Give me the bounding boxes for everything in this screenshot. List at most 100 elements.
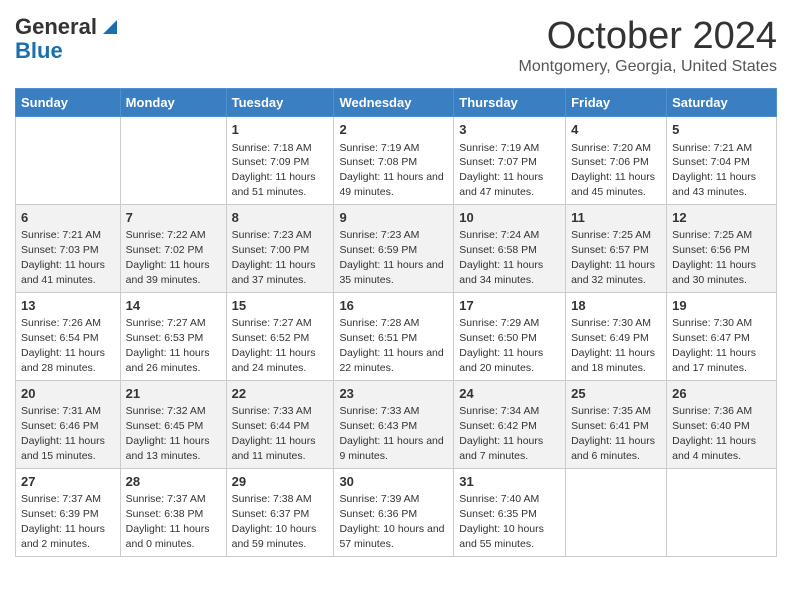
day-info: Sunrise: 7:26 AMSunset: 6:54 PMDaylight:…: [21, 317, 105, 374]
col-header-friday: Friday: [566, 89, 667, 117]
day-info: Sunrise: 7:21 AMSunset: 7:03 PMDaylight:…: [21, 229, 105, 286]
day-info: Sunrise: 7:27 AMSunset: 6:52 PMDaylight:…: [232, 317, 316, 374]
day-info: Sunrise: 7:30 AMSunset: 6:49 PMDaylight:…: [571, 317, 655, 374]
logo-general: General: [15, 15, 97, 39]
calendar-cell: 23 Sunrise: 7:33 AMSunset: 6:43 PMDayligh…: [334, 380, 454, 468]
col-header-wednesday: Wednesday: [334, 89, 454, 117]
day-number: 23: [339, 385, 448, 403]
day-info: Sunrise: 7:36 AMSunset: 6:40 PMDaylight:…: [672, 405, 756, 462]
calendar-cell: 3Sunrise: 7:19 AMSunset: 7:07 PMDaylight…: [454, 117, 566, 205]
day-number: 1: [232, 121, 329, 139]
week-row-4: 20Sunrise: 7:31 AMSunset: 6:46 PMDayligh…: [16, 380, 777, 468]
calendar-cell: 4 Sunrise: 7:20 AMSunset: 7:06 PMDaylight…: [566, 117, 667, 205]
calendar-cell: [16, 117, 121, 205]
day-number: 31: [459, 473, 560, 491]
day-info: Sunrise: 7:33 AMSunset: 6:44 PMDaylight:…: [232, 405, 316, 462]
calendar-cell: 13Sunrise: 7:26 AMSunset: 6:54 PMDayligh…: [16, 292, 121, 380]
calendar-cell: 8 Sunrise: 7:23 AMSunset: 7:00 PMDaylight…: [226, 204, 334, 292]
day-number: 20: [21, 385, 115, 403]
day-info: Sunrise: 7:24 AMSunset: 6:58 PMDaylight:…: [459, 229, 543, 286]
day-number: 19: [672, 297, 771, 315]
day-info: Sunrise: 7:30 AMSunset: 6:47 PMDaylight:…: [672, 317, 756, 374]
day-info: Sunrise: 7:34 AMSunset: 6:42 PMDaylight:…: [459, 405, 543, 462]
day-number: 12: [672, 209, 771, 227]
day-number: 9: [339, 209, 448, 227]
calendar-cell: 27Sunrise: 7:37 AMSunset: 6:39 PMDayligh…: [16, 468, 121, 556]
calendar-cell: 15 Sunrise: 7:27 AMSunset: 6:52 PMDayligh…: [226, 292, 334, 380]
calendar-cell: 28Sunrise: 7:37 AMSunset: 6:38 PMDayligh…: [120, 468, 226, 556]
col-header-tuesday: Tuesday: [226, 89, 334, 117]
day-number: 16: [339, 297, 448, 315]
day-number: 27: [21, 473, 115, 491]
calendar-cell: 24 Sunrise: 7:34 AMSunset: 6:42 PMDayligh…: [454, 380, 566, 468]
day-info: Sunrise: 7:25 AMSunset: 6:57 PMDaylight:…: [571, 229, 655, 286]
day-number: 3: [459, 121, 560, 139]
day-number: 11: [571, 209, 661, 227]
day-info: Sunrise: 7:21 AMSunset: 7:04 PMDaylight:…: [672, 142, 756, 199]
calendar-cell: 18 Sunrise: 7:30 AMSunset: 6:49 PMDayligh…: [566, 292, 667, 380]
day-number: 29: [232, 473, 329, 491]
day-number: 22: [232, 385, 329, 403]
calendar-cell: 11 Sunrise: 7:25 AMSunset: 6:57 PMDayligh…: [566, 204, 667, 292]
day-info: Sunrise: 7:28 AMSunset: 6:51 PMDaylight:…: [339, 317, 443, 374]
day-number: 2: [339, 121, 448, 139]
calendar-cell: 12 Sunrise: 7:25 AMSunset: 6:56 PMDayligh…: [667, 204, 777, 292]
day-info: Sunrise: 7:19 AMSunset: 7:08 PMDaylight:…: [339, 142, 443, 199]
calendar-cell: [120, 117, 226, 205]
day-info: Sunrise: 7:22 AMSunset: 7:02 PMDaylight:…: [126, 229, 210, 286]
day-info: Sunrise: 7:20 AMSunset: 7:06 PMDaylight:…: [571, 142, 655, 199]
day-info: Sunrise: 7:39 AMSunset: 6:36 PMDaylight:…: [339, 493, 444, 550]
day-info: Sunrise: 7:38 AMSunset: 6:37 PMDaylight:…: [232, 493, 317, 550]
day-number: 25: [571, 385, 661, 403]
day-number: 26: [672, 385, 771, 403]
col-header-monday: Monday: [120, 89, 226, 117]
calendar-cell: 31 Sunrise: 7:40 AMSunset: 6:35 PMDayligh…: [454, 468, 566, 556]
day-info: Sunrise: 7:32 AMSunset: 6:45 PMDaylight:…: [126, 405, 210, 462]
col-header-sunday: Sunday: [16, 89, 121, 117]
calendar-cell: 6 Sunrise: 7:21 AMSunset: 7:03 PMDaylight…: [16, 204, 121, 292]
day-number: 5: [672, 121, 771, 139]
day-number: 21: [126, 385, 221, 403]
calendar-cell: 19 Sunrise: 7:30 AMSunset: 6:47 PMDayligh…: [667, 292, 777, 380]
calendar-cell: [566, 468, 667, 556]
title-block: October 2024 Montgomery, Georgia, United…: [519, 15, 778, 76]
day-number: 10: [459, 209, 560, 227]
calendar-cell: 9 Sunrise: 7:23 AMSunset: 6:59 PMDaylight…: [334, 204, 454, 292]
day-info: Sunrise: 7:33 AMSunset: 6:43 PMDaylight:…: [339, 405, 443, 462]
day-number: 4: [571, 121, 661, 139]
calendar-cell: 7Sunrise: 7:22 AMSunset: 7:02 PMDaylight…: [120, 204, 226, 292]
calendar-cell: 17 Sunrise: 7:29 AMSunset: 6:50 PMDayligh…: [454, 292, 566, 380]
day-info: Sunrise: 7:29 AMSunset: 6:50 PMDaylight:…: [459, 317, 543, 374]
day-info: Sunrise: 7:23 AMSunset: 6:59 PMDaylight:…: [339, 229, 443, 286]
week-row-3: 13Sunrise: 7:26 AMSunset: 6:54 PMDayligh…: [16, 292, 777, 380]
day-info: Sunrise: 7:40 AMSunset: 6:35 PMDaylight:…: [459, 493, 544, 550]
col-header-thursday: Thursday: [454, 89, 566, 117]
week-row-2: 6 Sunrise: 7:21 AMSunset: 7:03 PMDaylight…: [16, 204, 777, 292]
day-info: Sunrise: 7:23 AMSunset: 7:00 PMDaylight:…: [232, 229, 316, 286]
calendar-cell: 20Sunrise: 7:31 AMSunset: 6:46 PMDayligh…: [16, 380, 121, 468]
page-title: October 2024: [519, 15, 778, 58]
calendar-cell: 25 Sunrise: 7:35 AMSunset: 6:41 PMDayligh…: [566, 380, 667, 468]
calendar-cell: 26 Sunrise: 7:36 AMSunset: 6:40 PMDayligh…: [667, 380, 777, 468]
day-info: Sunrise: 7:35 AMSunset: 6:41 PMDaylight:…: [571, 405, 655, 462]
calendar-cell: 22 Sunrise: 7:33 AMSunset: 6:44 PMDayligh…: [226, 380, 334, 468]
day-number: 14: [126, 297, 221, 315]
logo: General Blue: [15, 15, 121, 63]
day-number: 17: [459, 297, 560, 315]
calendar-cell: 5 Sunrise: 7:21 AMSunset: 7:04 PMDaylight…: [667, 117, 777, 205]
day-number: 8: [232, 209, 329, 227]
day-number: 15: [232, 297, 329, 315]
week-row-1: 1Sunrise: 7:18 AMSunset: 7:09 PMDaylight…: [16, 117, 777, 205]
calendar-cell: 29 Sunrise: 7:38 AMSunset: 6:37 PMDayligh…: [226, 468, 334, 556]
header: General Blue October 2024 Montgomery, Ge…: [15, 15, 777, 76]
calendar-cell: [667, 468, 777, 556]
calendar-cell: 21 Sunrise: 7:32 AMSunset: 6:45 PMDayligh…: [120, 380, 226, 468]
day-number: 24: [459, 385, 560, 403]
logo-blue: Blue: [15, 38, 63, 63]
day-number: 6: [21, 209, 115, 227]
day-info: Sunrise: 7:27 AMSunset: 6:53 PMDaylight:…: [126, 317, 210, 374]
calendar-cell: 14 Sunrise: 7:27 AMSunset: 6:53 PMDayligh…: [120, 292, 226, 380]
day-number: 18: [571, 297, 661, 315]
day-info: Sunrise: 7:25 AMSunset: 6:56 PMDaylight:…: [672, 229, 756, 286]
day-info: Sunrise: 7:37 AMSunset: 6:38 PMDaylight:…: [126, 493, 210, 550]
